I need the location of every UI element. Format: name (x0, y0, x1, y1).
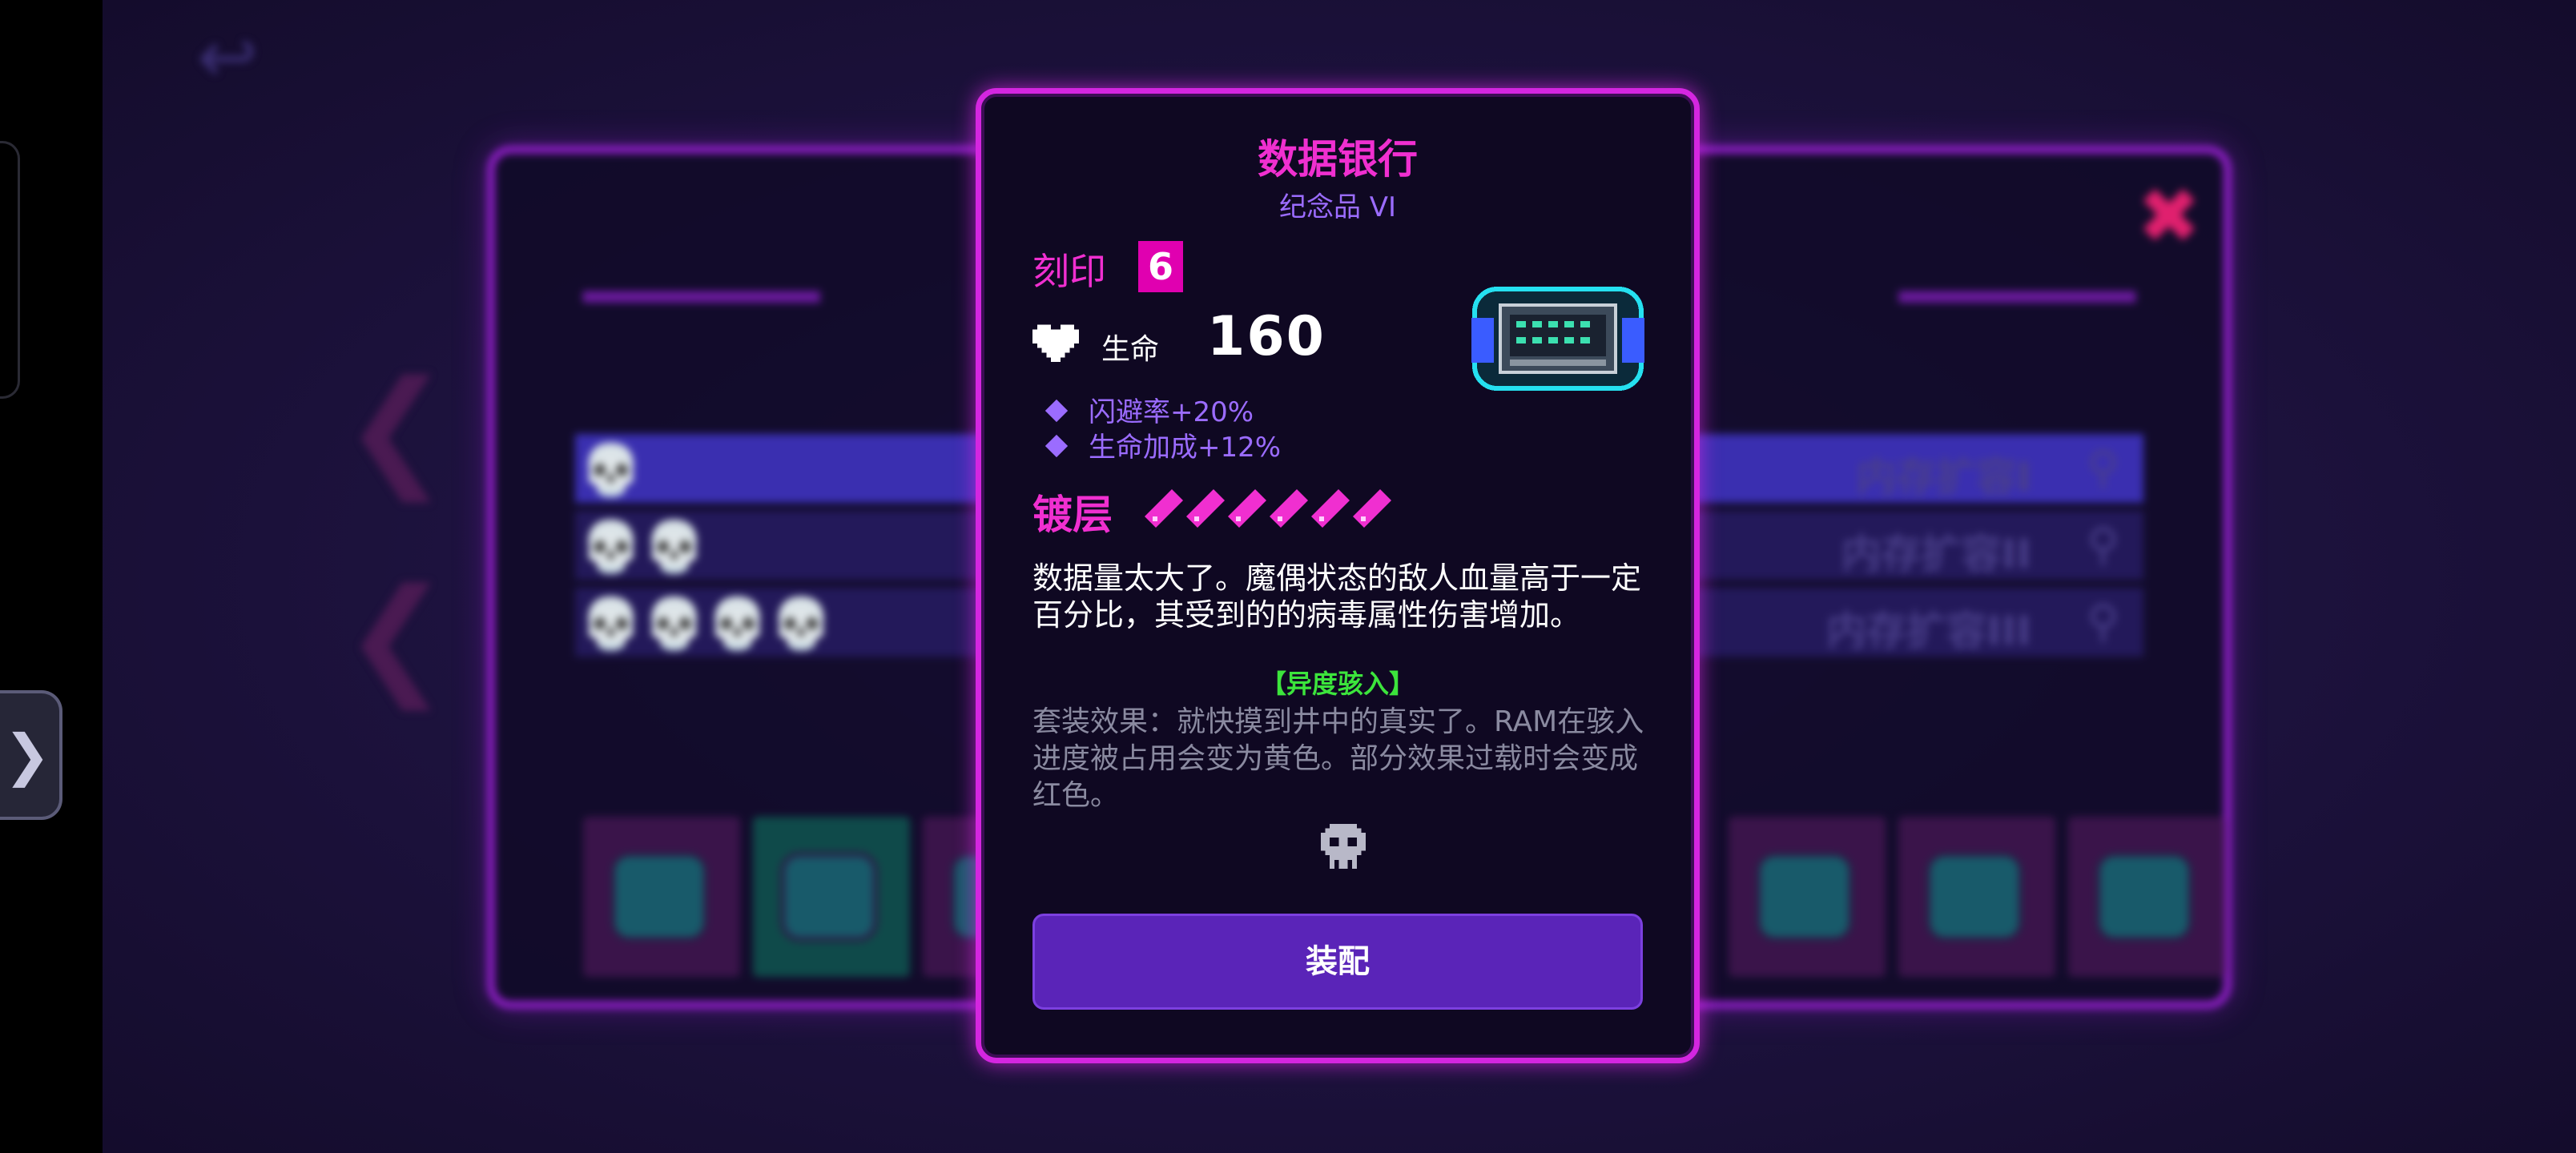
hp-value: 160 (1207, 305, 1326, 368)
upgrade-label: 内存扩容III (1826, 608, 2031, 654)
left-notch (0, 141, 20, 399)
stat-line: 闪避率+20% (1044, 390, 1254, 429)
upgrade-label: 内存扩容I (1856, 454, 2031, 500)
item-card[interactable] (1898, 817, 2055, 977)
side-panel-toggle[interactable]: ❯ (0, 690, 62, 820)
stat-text: 生命加成+12% (1089, 432, 1282, 464)
background-decoration: ❮ (343, 352, 451, 502)
engrave-label: 刻印 (1032, 250, 1106, 293)
magnifier-icon[interactable]: ⚲ (2087, 519, 2119, 571)
item-card[interactable] (753, 817, 910, 977)
chip-icon (1471, 287, 1644, 391)
stat-text: 闪避率+20% (1089, 396, 1254, 428)
coating-pip-icon (1228, 489, 1266, 528)
hp-label: 生命 (1101, 333, 1160, 366)
skull-tier: 💀💀 (580, 517, 707, 576)
magnifier-icon[interactable]: ⚲ (2087, 596, 2119, 648)
coating-pip-icon (1186, 489, 1225, 528)
upgrade-label: 内存扩容II (1841, 531, 2031, 577)
engrave-level-badge: 6 (1138, 241, 1183, 292)
coating-pip-icon (1145, 489, 1183, 528)
diamond-bullet-icon (1044, 399, 1069, 422)
coating-pips (1145, 489, 1391, 528)
skull-tier: 💀💀💀💀 (580, 594, 834, 653)
coating-label: 镀层 (1032, 492, 1113, 538)
magnifier-icon[interactable]: ⚲ (2087, 442, 2119, 494)
coating-pip-icon (1311, 489, 1350, 528)
item-card[interactable] (583, 817, 740, 977)
coating-pip-icon (1270, 489, 1308, 528)
item-subtitle: 纪念品 VI (1278, 191, 1397, 223)
stat-line: 生命加成+12% (1044, 425, 1282, 464)
item-name: 数据银行 (1258, 136, 1418, 183)
equip-button[interactable]: 装配 (1032, 914, 1643, 1010)
set-name: 【异度骇入】 (1260, 669, 1415, 699)
item-card[interactable] (2068, 817, 2225, 977)
skull-tier: 💀 (580, 440, 644, 499)
close-icon[interactable]: ✖ (2137, 178, 2201, 255)
item-card[interactable] (1729, 817, 1886, 977)
skull-icon (1321, 824, 1366, 869)
diamond-bullet-icon (1044, 434, 1069, 457)
back-arrow-icon[interactable]: ↩ (197, 22, 285, 94)
coating-pip-icon (1353, 489, 1391, 528)
item-detail-modal: 数据银行 纪念品 VI 刻印 6 生命 160 闪避率+20% 生命加成+12%… (976, 88, 1700, 1063)
set-description: 套装效果：就快摸到井中的真实了。RAM在骇入进度被占用会变为黄色。部分效果过载时… (1032, 705, 1644, 812)
heart-icon (1032, 324, 1079, 363)
background-decoration: ❮ (343, 560, 451, 710)
item-description: 数据量太大了。魔偶状态的敌人血量高于一定百分比，其受到的的病毒属性伤害增加。 (1032, 560, 1642, 633)
panel-header: ▂▂▂▂▂▂▂▂ (583, 258, 820, 303)
panel-header: ▂▂▂▂▂▂▂▂ (1898, 258, 2135, 303)
